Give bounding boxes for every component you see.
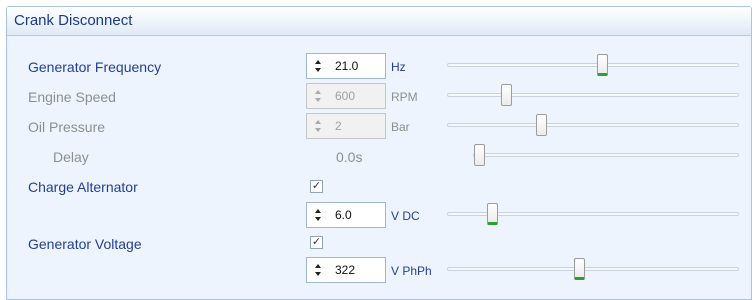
charge-alternator-checkbox[interactable]: ✓ — [310, 180, 323, 193]
oil-pressure-slider-track — [447, 114, 739, 136]
spinner-arrows — [315, 88, 323, 104]
spinner-value[interactable]: 322 — [335, 263, 355, 277]
panel-header: Crank Disconnect — [7, 7, 751, 36]
spinner-value: 2 — [335, 119, 342, 133]
spinner-arrows — [315, 118, 323, 134]
generator-frequency-label: Generator Frequency — [28, 59, 162, 75]
generator-frequency-slider-track[interactable] — [447, 54, 739, 76]
oil-pressure-unit: Bar — [391, 120, 410, 134]
generator-voltage-unit: V PhPh — [391, 264, 432, 278]
spinner-arrows[interactable] — [315, 58, 323, 74]
charge-alternator-unit: V DC — [391, 209, 420, 223]
delay-label: Delay — [53, 149, 89, 165]
spinner-value[interactable]: 21.0 — [335, 59, 358, 73]
triangle-up-icon — [315, 120, 321, 124]
oil-pressure-label: Oil Pressure — [28, 119, 106, 135]
engine-speed-slider-thumb — [501, 84, 512, 106]
generator-frequency-spinner[interactable]: 21.0 — [306, 53, 386, 79]
charge-alternator-slider-thumb[interactable] — [486, 203, 498, 225]
generator-voltage-label: Generator Voltage — [28, 236, 142, 252]
generator-frequency-unit: Hz — [391, 60, 406, 74]
generator-frequency-slider-thumb[interactable] — [596, 54, 608, 76]
charge-alternator-spinner[interactable]: 6.0 — [306, 202, 386, 228]
engine-speed-label: Engine Speed — [28, 89, 116, 105]
triangle-down-icon[interactable] — [315, 217, 321, 221]
triangle-up-icon[interactable] — [315, 264, 321, 268]
triangle-down-icon[interactable] — [315, 68, 321, 72]
spinner-arrows[interactable] — [315, 262, 323, 278]
charge-alternator-label: Charge Alternator — [28, 179, 138, 195]
engine-speed-unit: RPM — [391, 90, 418, 104]
generator-voltage-spinner[interactable]: 322 — [306, 257, 386, 283]
charge-alternator-slider-track[interactable] — [447, 203, 739, 225]
triangle-up-icon — [315, 90, 321, 94]
spinner-arrows[interactable] — [315, 207, 323, 223]
delay-value: 0.0s — [336, 149, 363, 165]
triangle-down-icon[interactable] — [315, 272, 321, 276]
delay-slider-thumb — [474, 144, 485, 166]
triangle-up-icon[interactable] — [315, 209, 321, 213]
triangle-down-icon — [315, 98, 321, 102]
oil-pressure-slider-thumb — [535, 114, 547, 136]
spinner-value: 600 — [335, 89, 356, 103]
generator-voltage-checkbox[interactable]: ✓ — [310, 236, 323, 249]
engine-speed-spinner: 600 — [306, 83, 386, 109]
oil-pressure-spinner: 2 — [306, 113, 386, 139]
generator-voltage-slider-track[interactable] — [447, 258, 739, 280]
panel-title: Crank Disconnect — [14, 12, 133, 29]
delay-slider-track — [473, 144, 739, 166]
generator-voltage-slider-thumb[interactable] — [573, 258, 585, 280]
triangle-down-icon — [315, 128, 321, 132]
engine-speed-slider-track — [447, 84, 739, 106]
triangle-up-icon[interactable] — [315, 60, 321, 64]
spinner-value[interactable]: 6.0 — [335, 208, 352, 222]
